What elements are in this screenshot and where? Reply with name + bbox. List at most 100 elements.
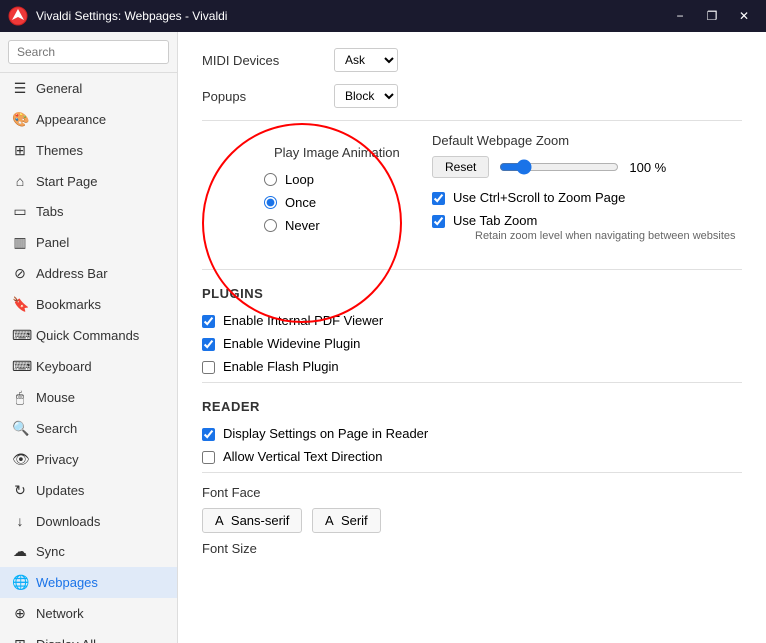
appearance-icon: 🎨 [12,111,28,128]
sidebar-item-search[interactable]: 🔍 Search [0,413,177,444]
search-icon: 🔍 [12,420,28,437]
pdf-checkbox[interactable] [202,315,215,328]
serif-button[interactable]: A Serif [312,508,381,533]
network-icon: ⊕ [12,605,28,622]
sidebar-item-mouse[interactable]: 🖱 Mouse [0,382,177,413]
sidebar-item-label: Updates [36,483,84,498]
sidebar-item-network[interactable]: ⊕ Network [0,598,177,629]
sync-icon: ☁ [12,543,28,560]
sidebar-item-label: Downloads [36,514,100,529]
midi-devices-label: MIDI Devices [202,53,322,68]
themes-icon: ⊞ [12,142,28,159]
sidebar-item-sync[interactable]: ☁ Sync [0,536,177,567]
privacy-icon: 👁 [12,451,28,468]
widevine-label: Enable Widevine Plugin [223,336,360,351]
keyboard-icon: ⌨ [12,358,28,375]
animation-once-radio[interactable] [264,196,277,209]
widevine-checkbox[interactable] [202,338,215,351]
sidebar-item-bookmarks[interactable]: 🔖 Bookmarks [0,289,177,320]
popups-label: Popups [202,89,322,104]
vertical-text-checkbox[interactable] [202,451,215,464]
sidebar-item-label: Webpages [36,575,98,590]
ctrl-scroll-checkbox[interactable] [432,192,445,205]
sidebar-item-label: Keyboard [36,359,92,374]
font-face-buttons: A Sans-serif A Serif [202,508,742,533]
app-container: ☰ General 🎨 Appearance ⊞ Themes ⌂ Start … [0,32,766,643]
sidebar: ☰ General 🎨 Appearance ⊞ Themes ⌂ Start … [0,32,178,643]
bookmarks-icon: 🔖 [12,296,28,313]
sidebar-item-appearance[interactable]: 🎨 Appearance [0,104,177,135]
font-face-section: Font Face A Sans-serif A Serif [202,485,742,533]
zoom-title: Default Webpage Zoom [432,133,742,148]
minimize-button[interactable]: − [666,5,694,27]
settings-content: MIDI Devices Ask Allow Block Popups Ask … [178,32,766,643]
sidebar-item-webpages[interactable]: 🌐 Webpages [0,567,177,598]
sidebar-item-label: Mouse [36,390,75,405]
mouse-icon: 🖱 [12,389,28,406]
zoom-section: Default Webpage Zoom Reset 100 % Use Ctr… [432,133,742,250]
sidebar-item-downloads[interactable]: ↓ Downloads [0,506,177,536]
sidebar-item-display-all[interactable]: ⊞ Display All [0,629,177,643]
midi-devices-select[interactable]: Ask Allow Block [334,48,398,72]
ctrl-scroll-label: Use Ctrl+Scroll to Zoom Page [453,190,625,205]
sidebar-item-label: Search [36,421,77,436]
divider-2 [202,269,742,270]
sidebar-item-label: Privacy [36,452,79,467]
font-size-label: Font Size [202,541,742,556]
app-icon [8,6,28,26]
sidebar-search-container [0,32,177,73]
plugins-header: PLUGINS [202,286,742,301]
address-bar-icon: ⊘ [12,265,28,282]
widevine-checkbox-row: Enable Widevine Plugin [202,336,742,351]
zoom-value: 100 % [629,160,666,175]
flash-checkbox[interactable] [202,361,215,374]
sidebar-item-panel[interactable]: ▥ Panel [0,227,177,258]
animation-loop-radio[interactable] [264,173,277,186]
display-all-icon: ⊞ [12,636,28,643]
animation-never-option[interactable]: Never [264,218,412,233]
close-button[interactable]: ✕ [730,5,758,27]
sidebar-item-label: Quick Commands [36,328,139,343]
sidebar-item-keyboard[interactable]: ⌨ Keyboard [0,351,177,382]
animation-loop-option[interactable]: Loop [264,172,412,187]
sidebar-item-general[interactable]: ☰ General [0,73,177,104]
display-settings-checkbox[interactable] [202,428,215,441]
animation-once-label: Once [285,195,316,210]
start-page-icon: ⌂ [12,173,28,189]
divider-4 [202,472,742,473]
sidebar-item-label: General [36,81,82,96]
tab-zoom-sublabel: Retain zoom level when navigating betwee… [475,230,736,242]
animation-never-radio[interactable] [264,219,277,232]
sidebar-item-label: Themes [36,143,83,158]
vertical-text-checkbox-row: Allow Vertical Text Direction [202,449,742,464]
zoom-slider[interactable] [499,159,619,175]
updates-icon: ↻ [12,482,28,499]
sans-serif-button[interactable]: A Sans-serif [202,508,302,533]
sidebar-item-label: Start Page [36,174,97,189]
sidebar-search-input[interactable] [8,40,169,64]
sidebar-item-start-page[interactable]: ⌂ Start Page [0,166,177,196]
animation-radio-group: Loop Once Never [264,172,412,233]
display-settings-label: Display Settings on Page in Reader [223,426,428,441]
sidebar-item-themes[interactable]: ⊞ Themes [0,135,177,166]
sidebar-item-updates[interactable]: ↻ Updates [0,475,177,506]
animation-once-option[interactable]: Once [264,195,412,210]
sidebar-item-tabs[interactable]: ▭ Tabs [0,196,177,227]
popups-select[interactable]: Ask Allow Block [334,84,398,108]
restore-button[interactable]: ❐ [698,5,726,27]
font-face-label: Font Face [202,485,742,500]
sidebar-item-address-bar[interactable]: ⊘ Address Bar [0,258,177,289]
sidebar-item-label: Panel [36,235,69,250]
sidebar-item-privacy[interactable]: 👁 Privacy [0,444,177,475]
ctrl-scroll-checkbox-row: Use Ctrl+Scroll to Zoom Page [432,190,742,205]
sidebar-item-label: Address Bar [36,266,108,281]
animation-title: Play Image Animation [274,145,412,160]
tab-zoom-checkbox[interactable] [432,215,445,228]
downloads-icon: ↓ [12,513,28,529]
reset-zoom-button[interactable]: Reset [432,156,489,178]
webpages-icon: 🌐 [12,574,28,591]
sidebar-item-label: Tabs [36,204,63,219]
sidebar-item-quick-commands[interactable]: ⌨ Quick Commands [0,320,177,351]
flash-label: Enable Flash Plugin [223,359,339,374]
window-title: Vivaldi Settings: Webpages - Vivaldi [36,9,666,23]
